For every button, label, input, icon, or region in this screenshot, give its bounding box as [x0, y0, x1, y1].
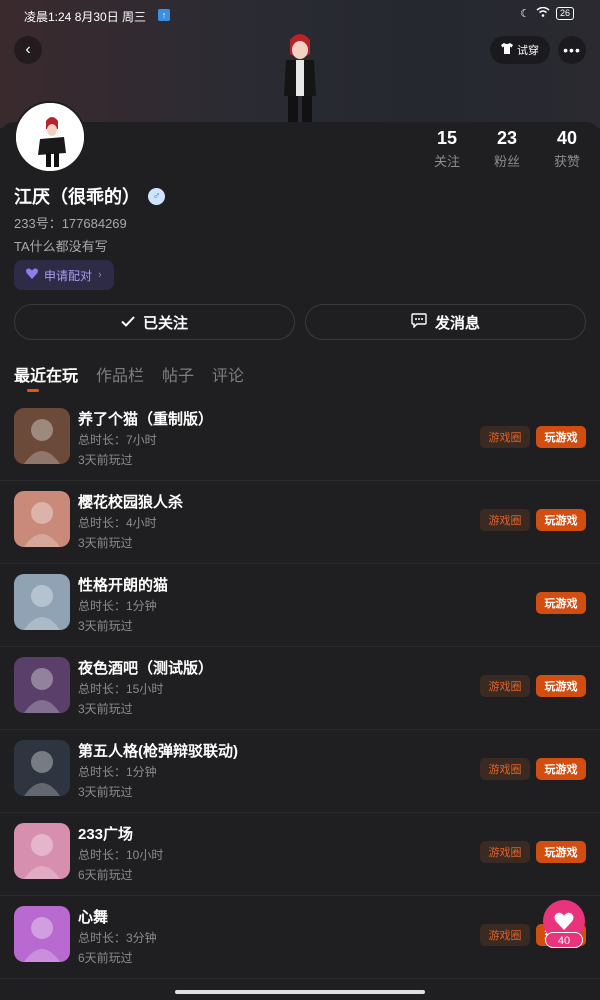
gender-male-icon: ♂ [148, 187, 165, 205]
game-icon[interactable] [14, 408, 70, 464]
apply-pair-label: 申请配对 [44, 268, 93, 283]
try-on-button[interactable]: 试穿 [490, 36, 550, 64]
tab-works[interactable]: 作品栏 [96, 362, 144, 386]
game-title: 养了个猫（重制版） [78, 411, 214, 428]
chat-bubble-icon [411, 312, 427, 332]
game-duration: 总时长：10小时 [78, 848, 164, 862]
game-row[interactable]: 第五人格(枪弹辩驳联动) 总时长：1分钟 3天前玩过 游戏圈 玩游戏 [0, 730, 600, 813]
stat-label: 关注 [433, 154, 460, 169]
stat-following[interactable]: 15 关注 [434, 128, 460, 170]
stat-label: 获赞 [553, 154, 580, 169]
play-game-button[interactable]: 玩游戏 [536, 675, 586, 697]
status-indicators: ☾ 26 [520, 6, 574, 20]
tab-posts[interactable]: 帖子 [162, 362, 194, 386]
play-game-button[interactable]: 玩游戏 [536, 592, 586, 614]
game-title: 夜色酒吧（测试版） [78, 660, 214, 677]
game-last-played: 3天前玩过 [78, 453, 133, 467]
game-row[interactable]: 233广场 总时长：10小时 6天前玩过 游戏圈 玩游戏 [0, 813, 600, 896]
game-circle-button[interactable]: 游戏圈 [480, 675, 530, 697]
stat-number: 40 [556, 128, 577, 148]
home-indicator[interactable] [175, 990, 425, 994]
game-duration: 总时长：1分钟 [78, 599, 157, 613]
game-last-played: 3天前玩过 [78, 619, 133, 633]
stat-number: 23 [496, 128, 517, 148]
game-duration: 总时长：15小时 [78, 682, 164, 696]
chevron-right-icon: › [98, 269, 102, 281]
play-game-button[interactable]: 玩游戏 [536, 426, 586, 448]
like-count: 40 [545, 932, 583, 948]
wifi-icon [536, 6, 550, 20]
game-row[interactable]: 养了个猫（重制版） 总时长：7小时 3天前玩过 游戏圈 玩游戏 [0, 398, 600, 481]
stat-label: 粉丝 [493, 154, 520, 169]
game-duration: 总时长：3分钟 [78, 931, 157, 945]
game-icon[interactable] [14, 740, 70, 796]
game-row[interactable]: 性格开朗的猫 总时长：1分钟 3天前玩过 玩游戏 [0, 564, 600, 647]
user-bio: TA什么都没有写 [14, 239, 108, 254]
back-button[interactable]: ‹ [14, 36, 42, 64]
send-message-button[interactable]: 发消息 [305, 304, 586, 340]
game-last-played: 6天前玩过 [78, 951, 133, 965]
profile-stats: 15 关注 23 粉丝 40 获赞 [434, 128, 580, 170]
notification-icon: ↑ [158, 9, 170, 21]
name-row: 江厌（很乖的） ♂ [14, 183, 165, 209]
game-row[interactable]: 心舞 总时长：3分钟 6天前玩过 游戏圈 玩游戏 [0, 896, 600, 979]
game-circle-button[interactable]: 游戏圈 [480, 426, 530, 448]
game-title: 樱花校园狼人杀 [78, 494, 184, 511]
shirt-icon [501, 43, 513, 57]
game-last-played: 6天前玩过 [78, 868, 133, 882]
game-circle-button[interactable]: 游戏圈 [480, 841, 530, 863]
active-tab-indicator [27, 389, 39, 392]
game-duration: 总时长：4小时 [78, 516, 157, 530]
game-circle-button[interactable]: 游戏圈 [480, 758, 530, 780]
check-icon [121, 314, 135, 331]
more-dots-icon: ••• [563, 42, 581, 58]
send-message-label: 发消息 [434, 314, 480, 332]
game-last-played: 3天前玩过 [78, 702, 133, 716]
game-last-played: 3天前玩过 [78, 536, 133, 550]
game-title: 心舞 [78, 909, 109, 926]
game-circle-button[interactable]: 游戏圈 [480, 509, 530, 531]
stat-fans[interactable]: 23 粉丝 [494, 128, 520, 170]
game-circle-button[interactable]: 游戏圈 [480, 924, 530, 946]
profile-tabs: 最近在玩 作品栏 帖子 评论 [14, 362, 244, 386]
try-on-label: 试穿 [517, 45, 539, 57]
user-id: 233号：177684269 [14, 216, 127, 231]
game-duration: 总时长：7小时 [78, 433, 157, 447]
play-game-button[interactable]: 玩游戏 [536, 758, 586, 780]
tab-recent-play[interactable]: 最近在玩 [14, 362, 78, 386]
game-row[interactable]: 樱花校园狼人杀 总时长：4小时 3天前玩过 游戏圈 玩游戏 [0, 481, 600, 564]
stat-likes[interactable]: 40 获赞 [554, 128, 580, 170]
more-button[interactable]: ••• [558, 36, 586, 64]
chevron-left-icon: ‹ [25, 41, 31, 58]
tab-comments[interactable]: 评论 [212, 362, 244, 386]
like-fab[interactable]: 40 [543, 900, 585, 950]
heart-icon [26, 268, 38, 282]
game-icon[interactable] [14, 823, 70, 879]
moon-icon: ☾ [520, 8, 530, 20]
battery-icon: 26 [555, 7, 574, 20]
game-icon[interactable] [14, 574, 70, 630]
profile-name: 江厌（很乖的） [14, 187, 140, 207]
play-game-button[interactable]: 玩游戏 [536, 841, 586, 863]
stat-number: 15 [436, 128, 457, 148]
game-icon[interactable] [14, 906, 70, 962]
status-time: 凌晨1:24 8月30日 周三 [24, 10, 147, 24]
game-icon[interactable] [14, 491, 70, 547]
recent-games-list: 养了个猫（重制版） 总时长：7小时 3天前玩过 游戏圈 玩游戏 樱花校园狼人杀 … [0, 398, 600, 979]
game-last-played: 3天前玩过 [78, 785, 133, 799]
play-game-button[interactable]: 玩游戏 [536, 509, 586, 531]
avatar-3d-figure [276, 30, 324, 125]
game-title: 性格开朗的猫 [78, 577, 169, 594]
game-duration: 总时长：1分钟 [78, 765, 157, 779]
apply-pair-button[interactable]: 申请配对 › [14, 260, 114, 290]
game-icon[interactable] [14, 657, 70, 713]
game-row[interactable]: 夜色酒吧（测试版） 总时长：15小时 3天前玩过 游戏圈 玩游戏 [0, 647, 600, 730]
game-title: 233广场 [78, 826, 134, 843]
status-bar: 凌晨1:24 8月30日 周三 ↑ ☾ 26 [0, 0, 600, 32]
following-button[interactable]: 已关注 [14, 304, 295, 340]
following-label: 已关注 [142, 314, 188, 332]
avatar[interactable] [14, 101, 86, 173]
game-title: 第五人格(枪弹辩驳联动) [78, 743, 238, 760]
